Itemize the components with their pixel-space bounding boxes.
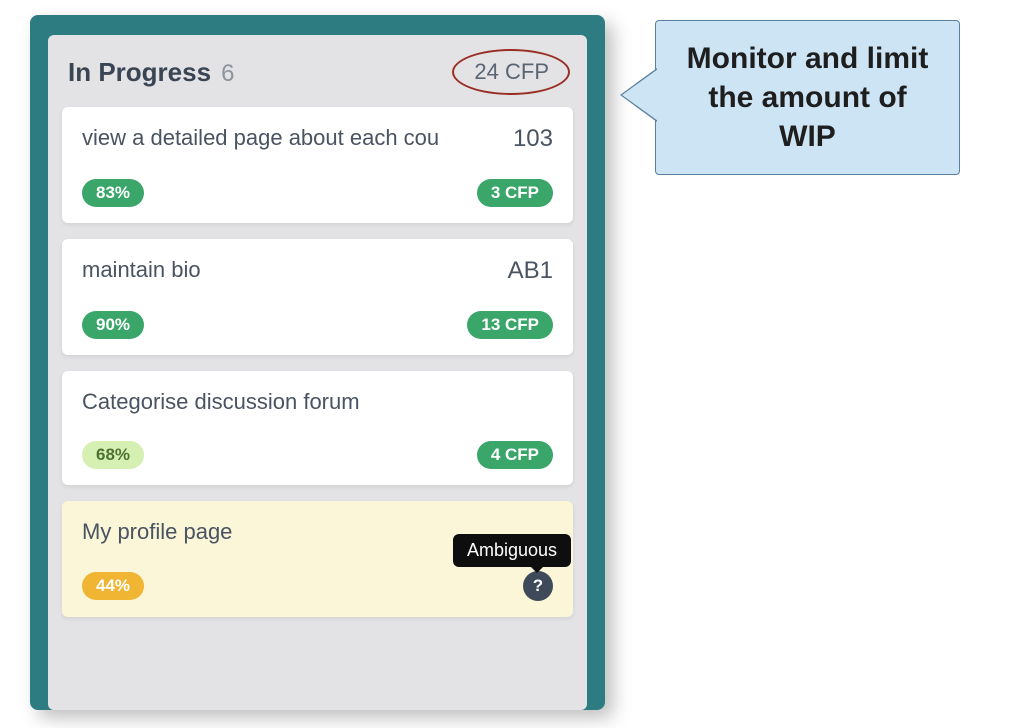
column-title-wrap: In Progress 6 <box>68 57 234 88</box>
annotation-callout: Monitor and limit the amount of WIP <box>655 20 960 175</box>
help-icon[interactable]: ?Ambiguous <box>523 571 553 601</box>
callout-text: Monitor and limit the amount of WIP <box>687 42 929 153</box>
callout-tail <box>622 69 658 121</box>
kanban-board-frame: In Progress 6 24 CFP view a detailed pag… <box>30 15 605 710</box>
column-cfp-total: 24 CFP <box>456 55 567 89</box>
task-card[interactable]: Categorise discussion forum 68% 4 CFP <box>62 371 573 485</box>
cfp-badge: 3 CFP <box>477 179 553 207</box>
percent-badge: 44% <box>82 572 144 600</box>
column-title: In Progress <box>68 57 211 88</box>
card-title: maintain bio <box>82 257 494 283</box>
percent-badge: 90% <box>82 311 144 339</box>
column-count: 6 <box>221 60 234 88</box>
percent-badge: 68% <box>82 441 144 469</box>
task-card[interactable]: maintain bio AB1 90% 13 CFP <box>62 239 573 355</box>
cfp-badge: 13 CFP <box>467 311 553 339</box>
card-title: view a detailed page about each cou <box>82 125 499 151</box>
card-top-row: Categorise discussion forum <box>82 389 553 415</box>
column-cfp-label: 24 CFP <box>474 59 549 84</box>
column-header: In Progress 6 24 CFP <box>62 49 573 107</box>
card-bottom-row: 44% ?Ambiguous <box>82 571 553 601</box>
card-bottom-row: 68% 4 CFP <box>82 441 553 469</box>
card-id: AB1 <box>508 257 553 285</box>
task-card[interactable]: view a detailed page about each cou 103 83… <box>62 107 573 223</box>
column-in-progress: In Progress 6 24 CFP view a detailed pag… <box>48 35 587 710</box>
card-id: 103 <box>513 125 553 153</box>
card-top-row: view a detailed page about each cou 103 <box>82 125 553 153</box>
card-bottom-row: 90% 13 CFP <box>82 311 553 339</box>
task-card[interactable]: My profile page44%?Ambiguous <box>62 501 573 617</box>
card-title: Categorise discussion forum <box>82 389 553 415</box>
cfp-badge: 4 CFP <box>477 441 553 469</box>
card-bottom-row: 83% 3 CFP <box>82 179 553 207</box>
card-list: view a detailed page about each cou 103 83… <box>62 107 573 617</box>
card-top-row: maintain bio AB1 <box>82 257 553 285</box>
percent-badge: 83% <box>82 179 144 207</box>
tooltip: Ambiguous <box>453 534 571 567</box>
